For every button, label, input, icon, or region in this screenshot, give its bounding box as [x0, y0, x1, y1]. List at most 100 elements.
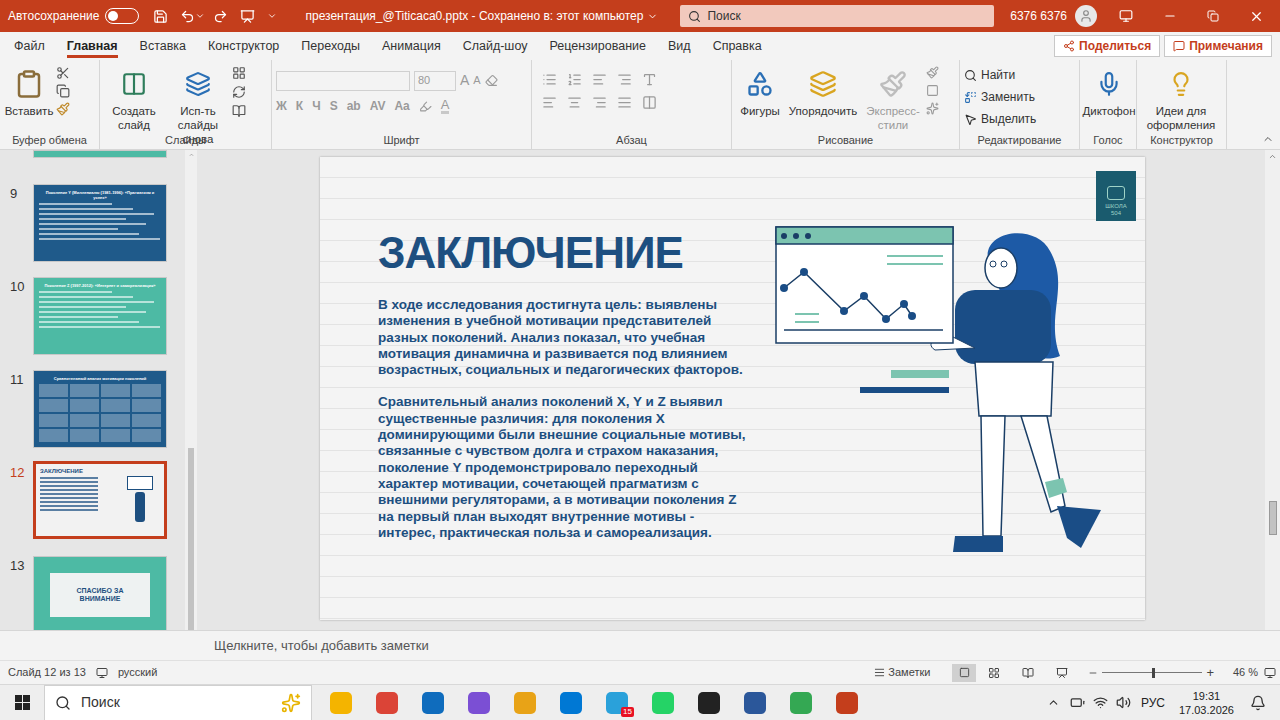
- slide-paragraph[interactable]: В ходе исследования достигнута цель: выя…: [378, 297, 750, 378]
- taskbar-app-icon[interactable]: [744, 692, 766, 714]
- font-style-button[interactable]: Aa: [394, 97, 409, 115]
- menu-tab[interactable]: Слайд-шоу: [463, 32, 528, 60]
- font-style-button[interactable]: К: [296, 97, 303, 115]
- bullets-icon[interactable]: [542, 72, 557, 87]
- align-center-icon[interactable]: [567, 95, 582, 110]
- zoom-level[interactable]: 46 %: [1226, 664, 1258, 681]
- restore-icon[interactable]: [1207, 10, 1219, 22]
- menu-tab[interactable]: Анимация: [382, 32, 441, 60]
- thumbnail-partial[interactable]: [33, 150, 167, 158]
- font-style-button[interactable]: ab: [347, 97, 361, 115]
- design-ideas-button[interactable]: Идеи для оформления: [1141, 64, 1221, 132]
- menu-tab[interactable]: Конструктор: [208, 32, 279, 60]
- font-style-button[interactable]: AV: [370, 97, 386, 115]
- user-name[interactable]: 6376 6376: [1010, 7, 1067, 25]
- section-icon[interactable]: [232, 104, 246, 118]
- customize-icon[interactable]: [267, 11, 277, 21]
- font-style-button[interactable]: S: [330, 97, 338, 115]
- share-button[interactable]: Поделиться: [1054, 35, 1160, 57]
- slide-thumbnail[interactable]: 10Поколение Z (1997-2012): «Интернет и с…: [0, 277, 185, 351]
- undo-dropdown-icon[interactable]: [195, 11, 205, 21]
- battery-icon[interactable]: [1070, 695, 1085, 710]
- fit-slide-icon[interactable]: [1264, 667, 1276, 679]
- slide[interactable]: ЗАКЛЮЧЕНИЕ В ходе исследования достигнута…: [320, 157, 1145, 620]
- reuse-slides-button[interactable]: Исп-ть слайды снова: [166, 64, 230, 146]
- redo-icon[interactable]: [213, 9, 228, 24]
- paste-button[interactable]: Вставить: [4, 64, 54, 118]
- collapse-ribbon-icon[interactable]: [1262, 133, 1274, 145]
- clear-format-icon[interactable]: [485, 74, 498, 87]
- save-icon[interactable]: [153, 9, 168, 24]
- slide-paragraph[interactable]: Сравнительный анализ поколений X, Y и Z …: [378, 394, 750, 541]
- select-button[interactable]: Выделить: [964, 110, 1036, 128]
- slide-thumbnail[interactable]: 11Сравнительный анализ мотивации поколен…: [0, 370, 185, 444]
- tray-expand-icon[interactable]: [1047, 696, 1060, 709]
- comments-button[interactable]: Примечания: [1164, 35, 1272, 57]
- shape-outline-icon[interactable]: [926, 84, 939, 97]
- taskbar-app-icon[interactable]: [376, 692, 398, 714]
- menu-tab[interactable]: Файл: [14, 32, 45, 60]
- ribbon-display-icon[interactable]: [1119, 9, 1133, 23]
- notes-button[interactable]: Заметки: [874, 664, 930, 681]
- arrange-button[interactable]: Упорядочить: [786, 64, 860, 118]
- windows-start-icon[interactable]: [0, 695, 44, 710]
- justify-icon[interactable]: [617, 95, 632, 110]
- find-button[interactable]: Найти: [964, 66, 1036, 84]
- sorter-view-icon[interactable]: [988, 667, 1000, 679]
- align-left-icon[interactable]: [542, 95, 557, 110]
- volume-icon[interactable]: [1116, 695, 1131, 710]
- new-slide-button[interactable]: Создать слайд: [104, 64, 164, 132]
- layout-icon[interactable]: [232, 66, 246, 80]
- menu-tab[interactable]: Переходы: [301, 32, 360, 60]
- taskbar-app-icon[interactable]: 15: [606, 692, 628, 714]
- slide-thumbnail[interactable]: 13СПАСИБО ЗА ВНИМАНИЕ: [0, 556, 185, 630]
- menu-tab[interactable]: Главная: [67, 32, 118, 60]
- font-style-button[interactable]: Ж: [276, 97, 287, 115]
- dictate-button[interactable]: Диктофон: [1084, 64, 1134, 118]
- minimize-icon[interactable]: [1163, 9, 1177, 23]
- editor-scrollbar[interactable]: [1265, 150, 1280, 630]
- slide-title[interactable]: ЗАКЛЮЧЕНИЕ: [378, 231, 752, 275]
- format-painter-icon[interactable]: [56, 102, 70, 116]
- undo-icon[interactable]: [180, 9, 195, 24]
- indent-icon[interactable]: [617, 72, 632, 87]
- slideshow-view-icon[interactable]: [1056, 667, 1068, 679]
- taskbar-app-icon[interactable]: [560, 692, 582, 714]
- input-language[interactable]: РУС: [1141, 694, 1165, 712]
- line-spacing-icon[interactable]: [642, 72, 657, 87]
- slide-thumbnail[interactable]: 12ЗАКЛЮЧЕНИЕ: [0, 463, 185, 537]
- slide-thumbnail[interactable]: 9Поколение Y (Миллениалы (1981-1996): «П…: [0, 184, 185, 258]
- grow-font-button[interactable]: A: [460, 70, 469, 91]
- zoom-in-button[interactable]: +: [1206, 663, 1214, 683]
- reset-icon[interactable]: [232, 85, 246, 99]
- numbering-icon[interactable]: [567, 72, 582, 87]
- taskbar-app-icon[interactable]: [330, 692, 352, 714]
- font-color-button[interactable]: A: [441, 98, 450, 114]
- language[interactable]: русский: [118, 664, 157, 681]
- menu-tab[interactable]: Вид: [668, 32, 691, 60]
- menu-tab[interactable]: Вставка: [140, 32, 186, 60]
- shapes-button[interactable]: Фигуры: [736, 64, 784, 118]
- cut-icon[interactable]: [56, 66, 70, 80]
- shape-fill-icon[interactable]: [926, 66, 939, 79]
- replace-button[interactable]: Заменить: [964, 88, 1036, 106]
- taskbar-app-icon[interactable]: [514, 692, 536, 714]
- font-style-button[interactable]: Ч: [312, 97, 320, 115]
- zoom-slider[interactable]: [1102, 668, 1202, 678]
- taskbar-app-icon[interactable]: [422, 692, 444, 714]
- notes-pane[interactable]: Щелкните, чтобы добавить заметки: [0, 630, 1280, 660]
- taskbar-app-icon[interactable]: [468, 692, 490, 714]
- document-title[interactable]: презентация_@Titicaca0.pptx - Сохранено …: [305, 7, 658, 25]
- align-right-icon[interactable]: [592, 95, 607, 110]
- outdent-icon[interactable]: [592, 72, 607, 87]
- slideshow-icon[interactable]: [240, 9, 255, 24]
- columns-icon[interactable]: [642, 95, 657, 110]
- accessibility-icon[interactable]: [96, 667, 108, 679]
- shrink-font-button[interactable]: A: [473, 72, 480, 89]
- taskbar-app-icon[interactable]: [698, 692, 720, 714]
- close-icon[interactable]: [1249, 9, 1264, 24]
- user-avatar-icon[interactable]: [1075, 5, 1097, 27]
- copy-icon[interactable]: [56, 84, 70, 98]
- menu-tab[interactable]: Рецензирование: [549, 32, 646, 60]
- search-box[interactable]: Поиск: [680, 5, 994, 27]
